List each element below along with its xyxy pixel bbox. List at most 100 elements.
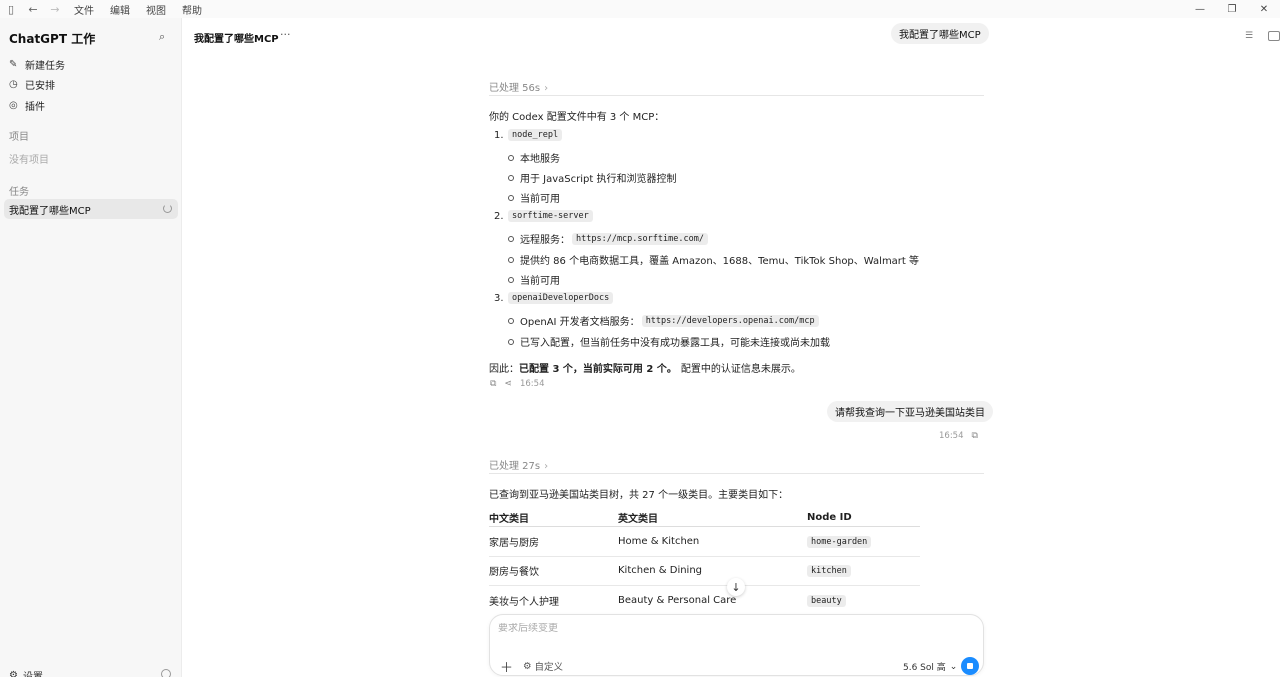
prompt-input[interactable]	[498, 623, 968, 634]
bullet-text: 用于 JavaScript 执行和浏览器控制	[520, 174, 677, 185]
add-attachment-button[interactable]: ＋	[500, 657, 513, 676]
table-row: 家居与厨房 Home & Kitchen home-garden	[489, 527, 920, 557]
category-table: 中文类目 英文类目 Node ID 家居与厨房 Home & Kitchen h…	[489, 509, 920, 616]
table-header-cell: 英文类目	[618, 514, 658, 525]
minimize-icon[interactable]: —	[1184, 0, 1216, 18]
composer: ＋ ⚙ 自定义 5.6 Sol 高 ⌄	[489, 614, 984, 676]
plugin-icon: ◎	[9, 99, 18, 111]
list-number: 3.	[494, 292, 504, 304]
list-item: 远程服务： https://mcp.sorftime.com/	[508, 231, 708, 246]
title-bar: ▯ ← → 文件 编辑 视图 帮助 — ❐ ✕	[0, 0, 1280, 18]
chevron-right-icon: ›	[544, 83, 549, 94]
help-icon[interactable]	[161, 669, 171, 677]
bullet-text: 本地服务	[520, 154, 560, 165]
bullet-icon	[508, 174, 514, 181]
list-item: 提供约 86 个电商数据工具，覆盖 Amazon、1688、Temu、TikTo…	[508, 252, 919, 267]
mcp-name: node_repl	[508, 129, 563, 141]
table-header-cell: Node ID	[807, 512, 852, 523]
list-item: 已写入配置，但当前任务中没有成功暴露工具，可能未连接或尚未加载	[508, 334, 830, 349]
processed-toggle[interactable]: 已处理 27s ›	[489, 457, 548, 472]
projects-heading: 项目	[9, 132, 29, 143]
bullet-text: 远程服务：	[520, 235, 570, 246]
summary-suffix: 配置中的认证信息未展示。	[680, 364, 801, 375]
stop-button[interactable]	[961, 657, 979, 675]
copy-icon[interactable]: ⧉	[972, 431, 978, 441]
clock-icon: ◷	[9, 79, 18, 91]
customize-button[interactable]: ⚙ 自定义	[523, 659, 564, 674]
sidebar-item-scheduled[interactable]: ◷ 已安排	[0, 75, 182, 96]
settings-button[interactable]: ⚙ 设置	[9, 668, 43, 677]
sidebar: ChatGPT 工作 ⌕ ✎ 新建任务 ◷ 已安排 ◎ 插件 项目 没有项目 任…	[0, 18, 182, 677]
sidebar-item-label: 已安排	[25, 81, 55, 93]
bullet-text: 当前可用	[520, 194, 560, 205]
bullet-text: 当前可用	[520, 276, 560, 287]
bullet-text: 已写入配置，但当前任务中没有成功暴露工具，可能未连接或尚未加载	[520, 338, 830, 349]
model-label: 5.6 Sol 高	[903, 663, 946, 673]
chevron-right-icon: ›	[544, 461, 549, 472]
menu-help[interactable]: 帮助	[174, 2, 210, 17]
list-item: OpenAI 开发者文档服务： https://developers.openai…	[508, 313, 819, 328]
url-code: https://mcp.sorftime.com/	[572, 232, 708, 245]
panel-toggle-icon[interactable]	[1268, 31, 1280, 41]
projects-empty: 没有项目	[9, 155, 49, 166]
copy-icon[interactable]: ⧉	[490, 379, 496, 389]
bullet-icon	[508, 235, 514, 242]
menu-view[interactable]: 视图	[138, 2, 174, 17]
summary-prefix: 因此：	[489, 364, 519, 375]
sidebar-nav: ✎ 新建任务 ◷ 已安排 ◎ 插件	[0, 54, 182, 116]
sidebar-item-label: 插件	[25, 101, 45, 113]
task-label: 我配置了哪些MCP	[9, 205, 91, 217]
page-title: 我配置了哪些MCP	[194, 34, 279, 45]
bullet-icon	[508, 154, 514, 161]
answer-summary: 因此：已配置 3 个，当前实际可用 2 个。 配置中的认证信息未展示。	[489, 360, 801, 375]
table-cell: home-garden	[807, 535, 920, 548]
table-cell: Home & Kitchen	[618, 535, 700, 547]
list-view-icon[interactable]: ☰	[1245, 31, 1257, 41]
customize-label: 自定义	[534, 662, 564, 673]
settings-icon: ⚙	[523, 660, 532, 672]
table-row: 厨房与餐饮 Kitchen & Dining kitchen	[489, 557, 920, 586]
list-number: 2.	[494, 210, 504, 222]
maximize-icon[interactable]: ❐	[1216, 0, 1248, 18]
back-arrow-icon[interactable]: ←	[22, 0, 44, 18]
arrow-down-icon: ↓	[731, 580, 741, 594]
chevron-down-icon: ⌄	[949, 661, 958, 672]
node-id-code: kitchen	[807, 565, 851, 578]
mcp-item: 3. openaiDeveloperDocs	[494, 292, 614, 304]
sidebar-item-plugins[interactable]: ◎ 插件	[0, 95, 182, 116]
more-options-icon[interactable]: ···	[280, 28, 291, 41]
forward-arrow-icon[interactable]: →	[44, 0, 66, 18]
gear-icon: ⚙	[9, 670, 18, 677]
list-number: 1.	[494, 129, 504, 141]
share-icon[interactable]: ⋖	[504, 379, 512, 389]
sidebar-item-new-task[interactable]: ✎ 新建任务	[0, 54, 182, 75]
table-cell: beauty	[807, 595, 920, 608]
bullet-icon	[508, 276, 514, 283]
list-item: 用于 JavaScript 执行和浏览器控制	[508, 170, 676, 185]
table-cell: 家居与厨房	[489, 537, 539, 549]
app-title: ChatGPT 工作	[9, 32, 96, 46]
mcp-name: openaiDeveloperDocs	[508, 292, 614, 304]
sidebar-toggle-icon[interactable]: ▯	[0, 0, 22, 18]
processed-label: 已处理 27s	[489, 461, 541, 472]
divider	[489, 95, 984, 96]
tasks-heading: 任务	[9, 187, 29, 198]
sidebar-task-active[interactable]: 我配置了哪些MCP	[4, 199, 178, 219]
answer-meta: ⧉ ⋖ 16:54	[490, 379, 544, 389]
settings-label: 设置	[23, 668, 43, 677]
mcp-name: sorftime-server	[508, 210, 593, 222]
processed-toggle[interactable]: 已处理 56s ›	[489, 79, 548, 94]
close-icon[interactable]: ✕	[1248, 0, 1280, 18]
model-selector[interactable]: 5.6 Sol 高 ⌄	[903, 660, 958, 674]
search-icon[interactable]: ⌕	[159, 30, 173, 44]
scroll-to-bottom-button[interactable]: ↓	[727, 578, 745, 596]
menu-edit[interactable]: 编辑	[102, 2, 138, 17]
answer-2-intro: 已查询到亚马逊美国站类目树，共 27 个一级类目。主要类目如下：	[489, 490, 789, 501]
table-cell: Kitchen & Dining	[618, 565, 703, 577]
answer-intro: 你的 Codex 配置文件中有 3 个 MCP：	[489, 112, 665, 123]
menu-file[interactable]: 文件	[66, 2, 102, 17]
table-row: 美妆与个人护理 Beauty & Personal Care beauty	[489, 586, 920, 616]
bullet-icon	[508, 256, 514, 263]
message-timestamp: 16:54	[939, 431, 964, 441]
sidebar-item-label: 新建任务	[25, 60, 65, 72]
